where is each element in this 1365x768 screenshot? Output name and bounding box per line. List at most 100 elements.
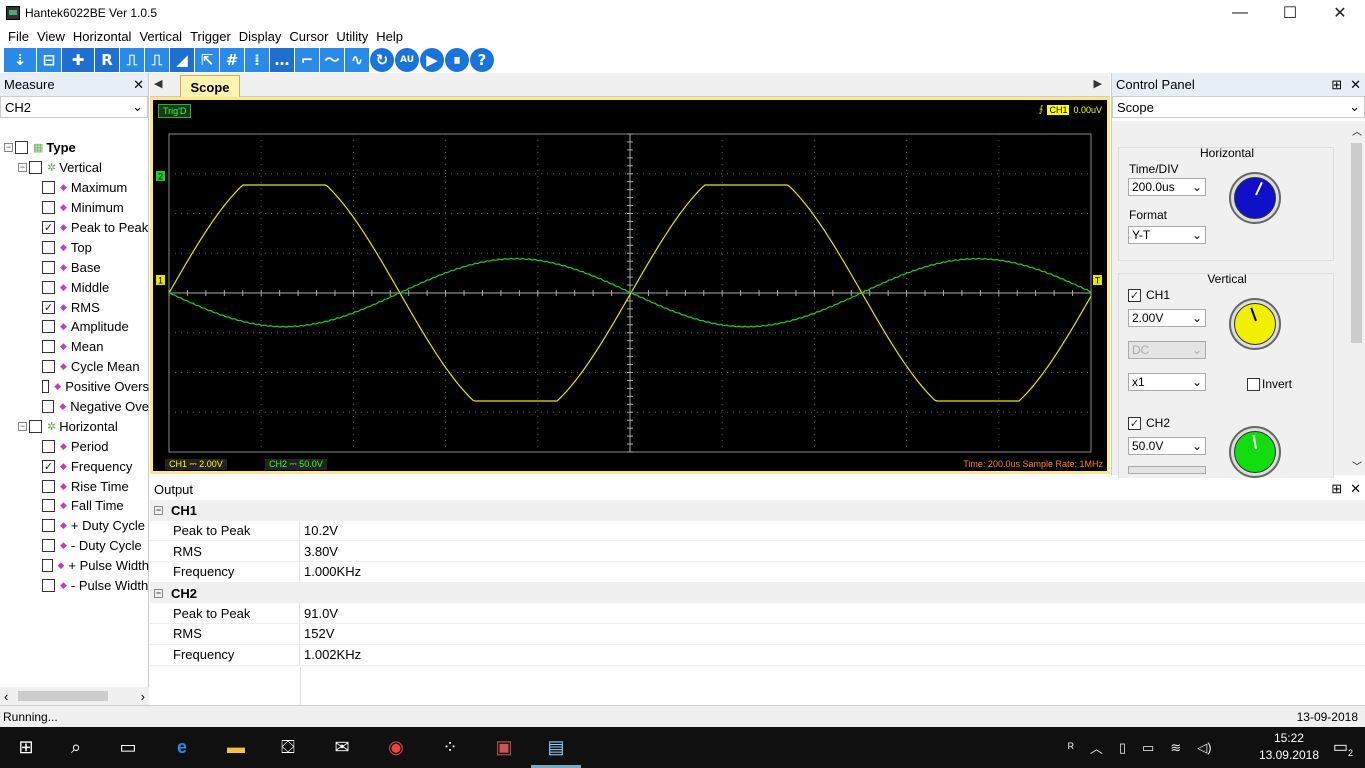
measure-item-checkbox[interactable]: ✓ <box>42 459 55 473</box>
collapse-icon[interactable]: − <box>18 421 27 431</box>
print-button[interactable]: ⊟ <box>37 47 61 72</box>
menu-display[interactable]: Display <box>235 29 286 44</box>
measure-item[interactable]: ◆ - Pulse Width <box>0 576 149 596</box>
ch1-enable[interactable]: ✓ CH1 <box>1128 288 1170 302</box>
measure-item-checkbox[interactable] <box>42 260 55 274</box>
ch1-checkbox[interactable]: ✓ <box>1128 288 1141 302</box>
measure-item-checkbox[interactable] <box>42 539 55 553</box>
maximize-button[interactable]: ☐ <box>1265 0 1315 26</box>
menu-vertical[interactable]: Vertical <box>135 29 186 44</box>
measure-item-checkbox[interactable]: ✓ <box>42 300 55 314</box>
ch1-knob[interactable] <box>1229 298 1281 350</box>
output-close-button[interactable]: ✕ <box>1350 481 1361 497</box>
mail-icon[interactable]: ✉ <box>328 733 356 761</box>
measure-item-checkbox[interactable] <box>42 201 55 215</box>
horizontal-knob[interactable] <box>1229 172 1281 224</box>
measure-item-checkbox[interactable] <box>42 320 55 334</box>
measure-item[interactable]: ✓ ◆ RMS <box>0 297 149 317</box>
measure-close-button[interactable]: ✕ <box>133 77 144 93</box>
scroll-right-icon[interactable]: › <box>141 689 145 704</box>
save-waveform-button[interactable]: ⇣ <box>4 47 36 72</box>
output-group[interactable]: − CH1 <box>150 500 1365 521</box>
measure-item[interactable]: ◆ Positive Overs <box>0 377 149 397</box>
menu-view[interactable]: View <box>33 29 69 44</box>
reference-button[interactable]: R <box>95 47 119 72</box>
wifi-icon[interactable]: ≋ <box>1170 740 1181 756</box>
menu-cursor[interactable]: Cursor <box>285 29 332 44</box>
dots-button[interactable]: ⁞ <box>245 47 269 72</box>
measure-item[interactable]: ◆ - Duty Cycle <box>0 536 149 556</box>
measure-item-checkbox[interactable] <box>42 559 53 573</box>
control-panel-v-scrollbar[interactable]: ︿ ﹀ <box>1348 121 1365 475</box>
control-panel-close-button[interactable]: ✕ <box>1350 77 1361 93</box>
measure-item[interactable]: ◆ Top <box>0 237 149 257</box>
invert-checkbox[interactable] <box>1247 377 1260 391</box>
dash-button[interactable]: … <box>270 47 294 72</box>
measure-item-checkbox[interactable] <box>42 240 55 254</box>
pause-button[interactable]: ⏸ <box>445 47 469 72</box>
refresh-button[interactable]: ↻ <box>370 47 394 72</box>
hantek-taskbar-icon[interactable]: ▤ <box>542 733 570 761</box>
measure-item[interactable]: ◆ Minimum <box>0 198 149 218</box>
measure-item-checkbox[interactable] <box>42 439 55 453</box>
scroll-left-icon[interactable]: ‹ <box>4 689 8 704</box>
minimize-button[interactable]: — <box>1215 0 1265 26</box>
store-icon[interactable]: ⛋ <box>274 733 302 761</box>
ch2-knob[interactable] <box>1229 426 1281 478</box>
time-div-select[interactable]: 200.0us ⌄ <box>1128 178 1206 196</box>
measure-item[interactable]: ◆ Rise Time <box>0 476 149 496</box>
ch1-volts-select[interactable]: 2.00V ⌄ <box>1128 309 1206 327</box>
measure-item[interactable]: ✓ ◆ Frequency <box>0 456 149 476</box>
menu-trigger[interactable]: Trigger <box>186 29 235 44</box>
start-icon[interactable]: ⊞ <box>12 733 40 761</box>
notification-icon[interactable]: ▭2 <box>1333 737 1353 758</box>
edge-icon[interactable]: e <box>168 733 196 761</box>
tab-left-icon[interactable]: ◀ <box>154 77 162 90</box>
volume-icon[interactable]: ◁) <box>1197 740 1211 756</box>
measure-item-checkbox[interactable] <box>42 181 55 195</box>
chevron-up-icon[interactable]: ︿ <box>1090 738 1103 757</box>
scroll-down-icon[interactable]: ﹀ <box>1352 458 1362 473</box>
tree-root-checkbox[interactable] <box>15 141 28 155</box>
measure-item[interactable]: ◆ Fall Time <box>0 496 149 516</box>
search-icon[interactable]: ⌕ <box>62 733 90 761</box>
measure-item[interactable]: ◆ Amplitude <box>0 317 149 337</box>
taskbar-clock[interactable]: 15:22 13.09.2018 <box>1259 730 1319 764</box>
math-button[interactable]: ✚ <box>62 47 94 72</box>
tab-scope[interactable]: Scope <box>180 75 240 98</box>
file-explorer-icon[interactable]: ▬ <box>222 733 250 761</box>
measure-item-checkbox[interactable] <box>42 499 55 513</box>
measure-item[interactable]: ◆ Period <box>0 436 149 456</box>
ch1-invert[interactable]: Invert <box>1247 377 1292 391</box>
measure-item-checkbox[interactable] <box>42 479 55 493</box>
ch2-checkbox[interactable]: ✓ <box>1128 416 1141 430</box>
pulse2-button[interactable]: ⎍ <box>145 47 169 72</box>
output-group[interactable]: − CH2 <box>150 582 1365 604</box>
collapse-icon[interactable]: − <box>18 163 27 173</box>
auto-button[interactable]: AU <box>395 47 419 72</box>
cursor-button[interactable]: ⇱ <box>195 47 219 72</box>
measure-item[interactable]: ◆ + Duty Cycle <box>0 516 149 536</box>
step-button[interactable]: ⌐ <box>295 47 319 72</box>
battery-icon[interactable]: ▭ <box>1142 740 1154 756</box>
ramp-button[interactable]: ◢ <box>170 47 194 72</box>
people-icon[interactable]: ᴿ <box>1068 740 1074 755</box>
chrome-icon[interactable]: ◉ <box>382 733 410 761</box>
measure-item[interactable]: ◆ Negative Ove <box>0 397 149 417</box>
measure-channel-select[interactable]: CH2 ⌄ <box>0 96 148 118</box>
measure-item-checkbox[interactable] <box>42 280 55 294</box>
measure-item[interactable]: ◆ Base <box>0 257 149 277</box>
usb-icon[interactable]: ▯ <box>1119 740 1126 756</box>
grid-button[interactable]: # <box>220 47 244 72</box>
menu-help[interactable]: Help <box>372 29 407 44</box>
ch2-enable[interactable]: ✓ CH2 <box>1128 416 1170 430</box>
measure-item-checkbox[interactable] <box>42 579 55 593</box>
help-button[interactable]: ? <box>470 47 494 72</box>
vertical-checkbox[interactable] <box>29 161 42 175</box>
task-view-icon[interactable]: ▭ <box>114 733 142 761</box>
scroll-up-icon[interactable]: ︿ <box>1352 123 1362 138</box>
scroll-thumb[interactable] <box>18 691 108 701</box>
format-select[interactable]: Y-T ⌄ <box>1128 226 1206 244</box>
ch2-volts-select[interactable]: 50.0V ⌄ <box>1128 437 1206 455</box>
measure-item-checkbox[interactable] <box>42 360 55 374</box>
